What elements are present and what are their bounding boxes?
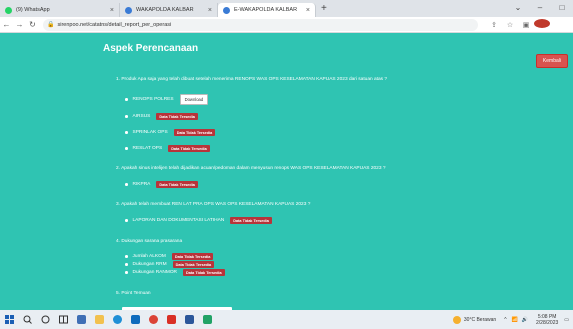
weather-text: 30°C Berawan xyxy=(463,316,497,323)
tab-e-wakapolda[interactable]: E-WAKAPOLDA KALBAR × xyxy=(218,3,316,17)
list-item: Dukungan RANMOR Data Tidak Tersedia xyxy=(125,269,225,276)
notification-icon[interactable]: ▭ xyxy=(564,317,569,323)
browser-tab-strip: (9) WhatsApp × WAKAPOLDA KALBAR × E-WAKA… xyxy=(0,0,573,17)
status-badge: Data Tidak Tersedia xyxy=(172,261,215,268)
acrobat-icon[interactable] xyxy=(162,310,180,329)
status-badge: Data Tidak Tersedia xyxy=(183,269,225,276)
site-icon xyxy=(125,6,132,14)
page-title: Aspek Perencanaan xyxy=(103,43,199,54)
weather-icon xyxy=(452,315,461,324)
calculator-app-icon[interactable] xyxy=(72,310,90,329)
status-badge: Data Tidak Tersedia xyxy=(173,129,216,136)
kembali-button[interactable]: Kembali xyxy=(535,54,568,68)
back-icon[interactable]: ← xyxy=(0,20,13,29)
item-label: RENOPS POLRES xyxy=(132,97,174,102)
taskbar: 30°C Berawan ^ 📶 🔊 5:08 PM 2/28/2023 ▭ xyxy=(0,310,573,329)
list-item: LAPORAN DAN DOKUMENTASI LATIHAN Data Tid… xyxy=(125,217,272,224)
url-text: sirenpoo.net/catatns/detail_report_per_o… xyxy=(57,21,172,28)
lock-icon: 🔒 xyxy=(47,22,55,28)
forward-icon[interactable]: → xyxy=(13,20,26,29)
status-badge: Data Tidak Tersedia xyxy=(156,113,198,120)
list-item: Jumlah ALKOM Data Tidak Tersedia xyxy=(125,253,214,260)
whatsapp-icon xyxy=(5,6,12,14)
chrome-icon[interactable] xyxy=(144,310,162,329)
task-view-icon[interactable] xyxy=(36,310,54,329)
list-item: RESLAT OPS Data Tidak Tersedia xyxy=(125,145,210,152)
mail-icon[interactable] xyxy=(126,310,144,329)
question-4: 4. Dukungan sarana prasarana xyxy=(116,239,183,244)
window-controls: ⌄ – □ xyxy=(507,0,573,14)
clock-time: 5:08 PM xyxy=(537,313,557,320)
bullet-icon xyxy=(125,147,128,150)
browser-actions: ⇪ ☆ ▣ xyxy=(486,19,550,30)
bullet-icon xyxy=(125,115,128,118)
file-explorer-icon[interactable] xyxy=(90,310,108,329)
page-body: Aspek Perencanaan Kembali 1. Produk Apa … xyxy=(0,33,573,313)
bullet-icon xyxy=(125,271,128,274)
edge-icon[interactable] xyxy=(108,310,126,329)
bullet-icon xyxy=(125,183,128,186)
share-icon[interactable]: ⇪ xyxy=(486,21,502,29)
item-label: RIKPRA xyxy=(132,182,151,187)
new-tab-button[interactable]: + xyxy=(321,3,327,17)
close-icon[interactable]: × xyxy=(110,7,114,14)
clock[interactable]: 5:08 PM 2/28/2023 xyxy=(536,314,558,326)
sidebar-icon[interactable]: ▣ xyxy=(518,21,534,29)
tab-whatsapp[interactable]: (9) WhatsApp × xyxy=(0,3,120,17)
bullet-icon xyxy=(125,98,128,101)
minimize-window-icon[interactable]: – xyxy=(529,3,551,12)
tray-chevron-icon[interactable]: ^ xyxy=(504,317,506,323)
list-item: RENOPS POLRES Download xyxy=(125,94,209,105)
question-3: 3. Apakah telah membuat REN LAT PRA OPS … xyxy=(116,202,311,207)
status-badge: Data Tidak Tersedia xyxy=(171,253,214,260)
item-label: SPRINLAK OPS xyxy=(132,130,168,135)
bullet-icon xyxy=(125,255,128,258)
item-label: AIRSUS xyxy=(132,114,151,119)
tab-label: (9) WhatsApp xyxy=(16,7,50,13)
tab-wakapolda[interactable]: WAKAPOLDA KALBAR × xyxy=(120,3,218,17)
volume-icon[interactable]: 🔊 xyxy=(522,317,528,323)
weather-widget[interactable]: 30°C Berawan xyxy=(452,315,497,324)
question-5: 5. Point Temuan xyxy=(116,291,151,296)
tab-label: WAKAPOLDA KALBAR xyxy=(136,7,194,13)
search-icon[interactable] xyxy=(18,310,36,329)
close-icon[interactable]: × xyxy=(208,7,212,14)
bullet-icon xyxy=(125,219,128,222)
reload-icon[interactable]: ↻ xyxy=(26,20,39,29)
bullet-icon xyxy=(125,263,128,266)
clock-date: 2/28/2023 xyxy=(536,319,559,326)
system-tray: 30°C Berawan ^ 📶 🔊 5:08 PM 2/28/2023 ▭ xyxy=(452,310,573,329)
tab-label: E-WAKAPOLDA KALBAR xyxy=(234,7,298,13)
list-item: AIRSUS Data Tidak Tersedia xyxy=(125,113,198,120)
item-label: LAPORAN DAN DOKUMENTASI LATIHAN xyxy=(132,218,225,223)
bullet-icon xyxy=(125,131,128,134)
windows-start-icon[interactable] xyxy=(0,310,18,329)
list-item: Dukungan RRM Data Tidak Tersedia xyxy=(125,261,215,268)
minimize-icon[interactable]: ⌄ xyxy=(507,3,529,12)
main-content: Aspek Perencanaan Kembali 1. Produk Apa … xyxy=(103,33,573,313)
excel-icon[interactable] xyxy=(198,310,216,329)
close-icon[interactable]: × xyxy=(306,7,310,14)
word-icon[interactable] xyxy=(180,310,198,329)
download-button[interactable]: Download xyxy=(179,94,209,105)
question-1: 1. Produk Apa saja yang telah dibuat set… xyxy=(116,77,388,82)
profile-avatar[interactable] xyxy=(534,19,550,30)
item-label: Dukungan RANMOR xyxy=(132,270,178,275)
item-label: Jumlah ALKOM xyxy=(132,254,166,259)
question-2: 2. Apakah sinus intelijen telah dijadika… xyxy=(116,166,386,171)
status-badge: Data Tidak Tersedia xyxy=(168,145,210,152)
url-input[interactable]: 🔒 sirenpoo.net/catatns/detail_report_per… xyxy=(43,18,478,31)
address-bar-row: ← → ↻ 🔒 sirenpoo.net/catatns/detail_repo… xyxy=(0,17,573,33)
maximize-icon[interactable]: □ xyxy=(551,3,573,12)
site-icon xyxy=(223,6,230,14)
status-badge: Data Tidak Tersedia xyxy=(156,181,198,188)
list-item: RIKPRA Data Tidak Tersedia xyxy=(125,181,198,188)
list-item: SPRINLAK OPS Data Tidak Tersedia xyxy=(125,129,216,136)
item-label: Dukungan RRM xyxy=(132,262,167,267)
item-label: RESLAT OPS xyxy=(132,146,163,151)
bookmark-star-icon[interactable]: ☆ xyxy=(502,21,518,29)
network-icon[interactable]: 📶 xyxy=(512,317,518,323)
status-badge: Data Tidak Tersedia xyxy=(230,217,272,224)
widgets-icon[interactable] xyxy=(54,310,72,329)
